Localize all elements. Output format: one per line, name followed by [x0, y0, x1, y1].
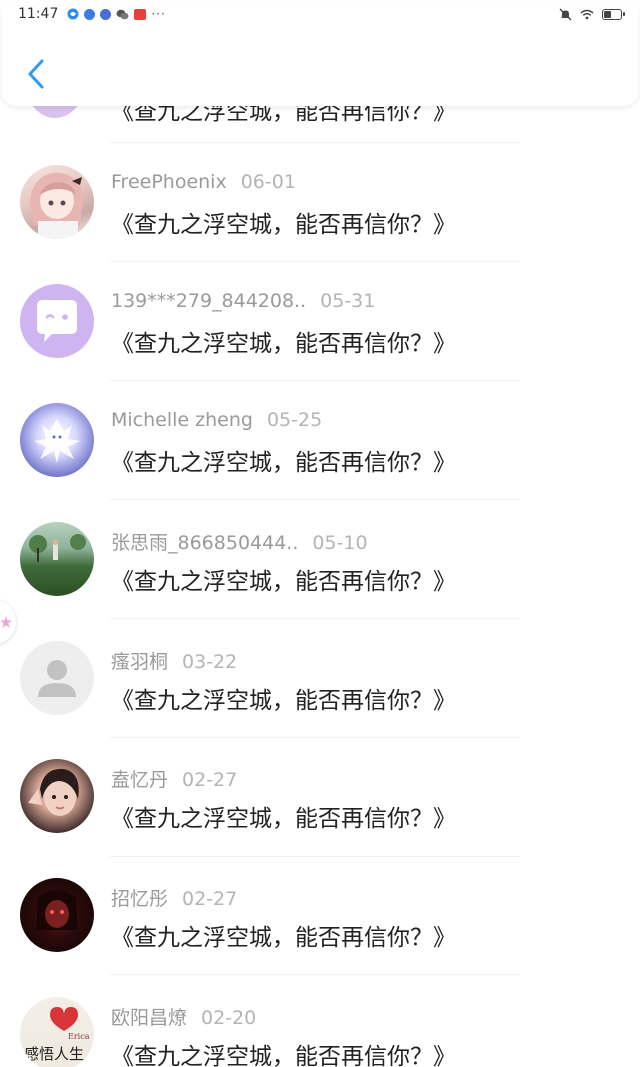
user-name[interactable]: 瘙羽桐 — [111, 651, 168, 673]
item-date: 05-10 — [312, 532, 368, 554]
user-name[interactable]: 盍忆丹 — [111, 769, 168, 791]
item-date: 02-20 — [201, 1007, 257, 1029]
list-item-message: 《查九之浮空城，能否再信你？》 — [111, 331, 456, 357]
heart-avatar-small-text: Erica — [68, 1032, 90, 1041]
list-item[interactable]: 瘙羽桐 03-22 《查九之浮空城，能否再信你？》 — [0, 641, 640, 760]
list-item[interactable]: 139***279_844208.. 05-31 《查九之浮空城，能否再信你？》 — [0, 284, 640, 403]
list-item-message: 《查九之浮空城，能否再信你？》 — [111, 212, 456, 238]
list-item-meta: 张思雨_866850444.. 05-10 — [111, 528, 368, 555]
divider — [110, 499, 520, 500]
status-time: 11:47 — [18, 6, 59, 22]
list-item[interactable]: Erica 感悟人生 欧阳昌燎 02-20 《查九之浮空城，能否再信你？》 — [0, 997, 640, 1067]
browser-notification-icon — [84, 8, 96, 20]
item-date: 06-01 — [240, 171, 296, 193]
list-item-meta: 盍忆丹 02-27 — [111, 765, 237, 792]
item-date: 05-31 — [320, 290, 376, 312]
default-user-avatar[interactable] — [20, 641, 94, 715]
list-item[interactable]: 招忆彤 02-27 《查九之浮空城，能否再信你？》 — [0, 878, 640, 997]
list-item-meta: Michelle zheng 05-25 — [111, 409, 322, 431]
chat-bubble-icon — [37, 300, 77, 342]
list-item-message: 《查九之浮空城，能否再信你？》 — [111, 1044, 456, 1067]
app-notification-icon — [67, 8, 79, 20]
user-name[interactable]: 欧阳昌燎 — [111, 1007, 187, 1029]
divider — [110, 974, 520, 975]
user-name[interactable]: 张思雨_866850444.. — [111, 532, 298, 554]
list-item-message: 《查九之浮空城，能否再信你？》 — [111, 806, 456, 832]
divider — [110, 142, 520, 143]
white-fox-avatar[interactable] — [20, 403, 94, 477]
status-left: 11:47 ··· — [18, 6, 166, 22]
dark-face-icon — [36, 890, 78, 930]
girl-face-icon — [28, 768, 79, 816]
item-date: 03-22 — [182, 651, 238, 673]
anime-girl-avatar[interactable] — [20, 165, 94, 239]
star-icon — [0, 616, 12, 628]
list-item-meta: 139***279_844208.. 05-31 — [111, 290, 375, 312]
divider — [110, 618, 520, 619]
heart-calligraphy-avatar[interactable]: Erica 感悟人生 — [20, 997, 94, 1067]
list-item-message: 《查九之浮空城，能否再信你？》 — [111, 925, 456, 951]
list-item[interactable]: Michelle zheng 05-25 《查九之浮空城，能否再信你？》 — [0, 403, 640, 522]
page: 《查九之浮空城，能否再信你？》 FreePhoenix 06-01 《查九之浮空城… — [0, 0, 640, 1067]
fox-icon — [34, 419, 80, 463]
list-item-meta: FreePhoenix 06-01 — [111, 171, 296, 193]
wifi-icon — [580, 9, 594, 19]
item-date: 05-25 — [266, 409, 323, 431]
divider — [110, 856, 520, 857]
red-app-notification-icon — [134, 8, 147, 20]
divider — [110, 380, 520, 381]
music-notification-icon — [100, 8, 112, 20]
battery-icon — [602, 8, 625, 20]
item-date: 02-27 — [182, 888, 238, 910]
user-name[interactable]: FreePhoenix — [111, 171, 227, 193]
heart-avatar-big-text: 感悟人生 — [24, 1045, 84, 1063]
divider — [110, 261, 520, 262]
user-name[interactable]: 139***279_844208.. — [111, 290, 306, 312]
user-name[interactable]: 招忆彤 — [111, 888, 168, 910]
status-right — [559, 8, 625, 21]
list-item-message: 《查九之浮空城，能否再信你？》 — [111, 450, 456, 476]
dark-portrait-avatar[interactable] — [20, 878, 94, 952]
list-item-meta: 欧阳昌燎 02-20 — [111, 1003, 256, 1030]
divider — [110, 737, 520, 738]
park-photo-avatar[interactable] — [20, 522, 94, 596]
list-item-meta: 瘙羽桐 03-22 — [111, 647, 237, 674]
list-item[interactable]: 盍忆丹 02-27 《查九之浮空城，能否再信你？》 — [0, 759, 640, 878]
anime-girl-icon — [30, 172, 84, 239]
park-scene-icon — [29, 534, 86, 562]
user-name[interactable]: Michelle zheng — [111, 409, 253, 431]
heart-calligraphy-icon: Erica 感悟人生 — [24, 1007, 90, 1063]
list-item[interactable]: 张思雨_866850444.. 05-10 《查九之浮空城，能否再信你？》 — [0, 522, 640, 641]
list-item-meta: 招忆彤 02-27 — [111, 884, 237, 911]
back-button[interactable] — [22, 56, 50, 92]
mute-bell-icon — [559, 8, 572, 20]
chat-bubble-avatar[interactable] — [20, 284, 94, 358]
user-silhouette-icon — [38, 660, 76, 697]
more-notifications-indicator: ··· — [151, 7, 166, 21]
list-item-message: 《查九之浮空城，能否再信你？》 — [111, 688, 456, 714]
wechat-icon — [116, 9, 129, 19]
girl-selfie-avatar[interactable] — [20, 759, 94, 833]
item-date: 02-27 — [182, 769, 238, 791]
status-bar: 11:47 ··· — [0, 0, 640, 28]
list-item-message: 《查九之浮空城，能否再信你？》 — [111, 569, 456, 595]
list-item[interactable]: FreePhoenix 06-01 《查九之浮空城，能否再信你？》 — [0, 165, 640, 284]
chevron-left-icon — [28, 59, 44, 89]
